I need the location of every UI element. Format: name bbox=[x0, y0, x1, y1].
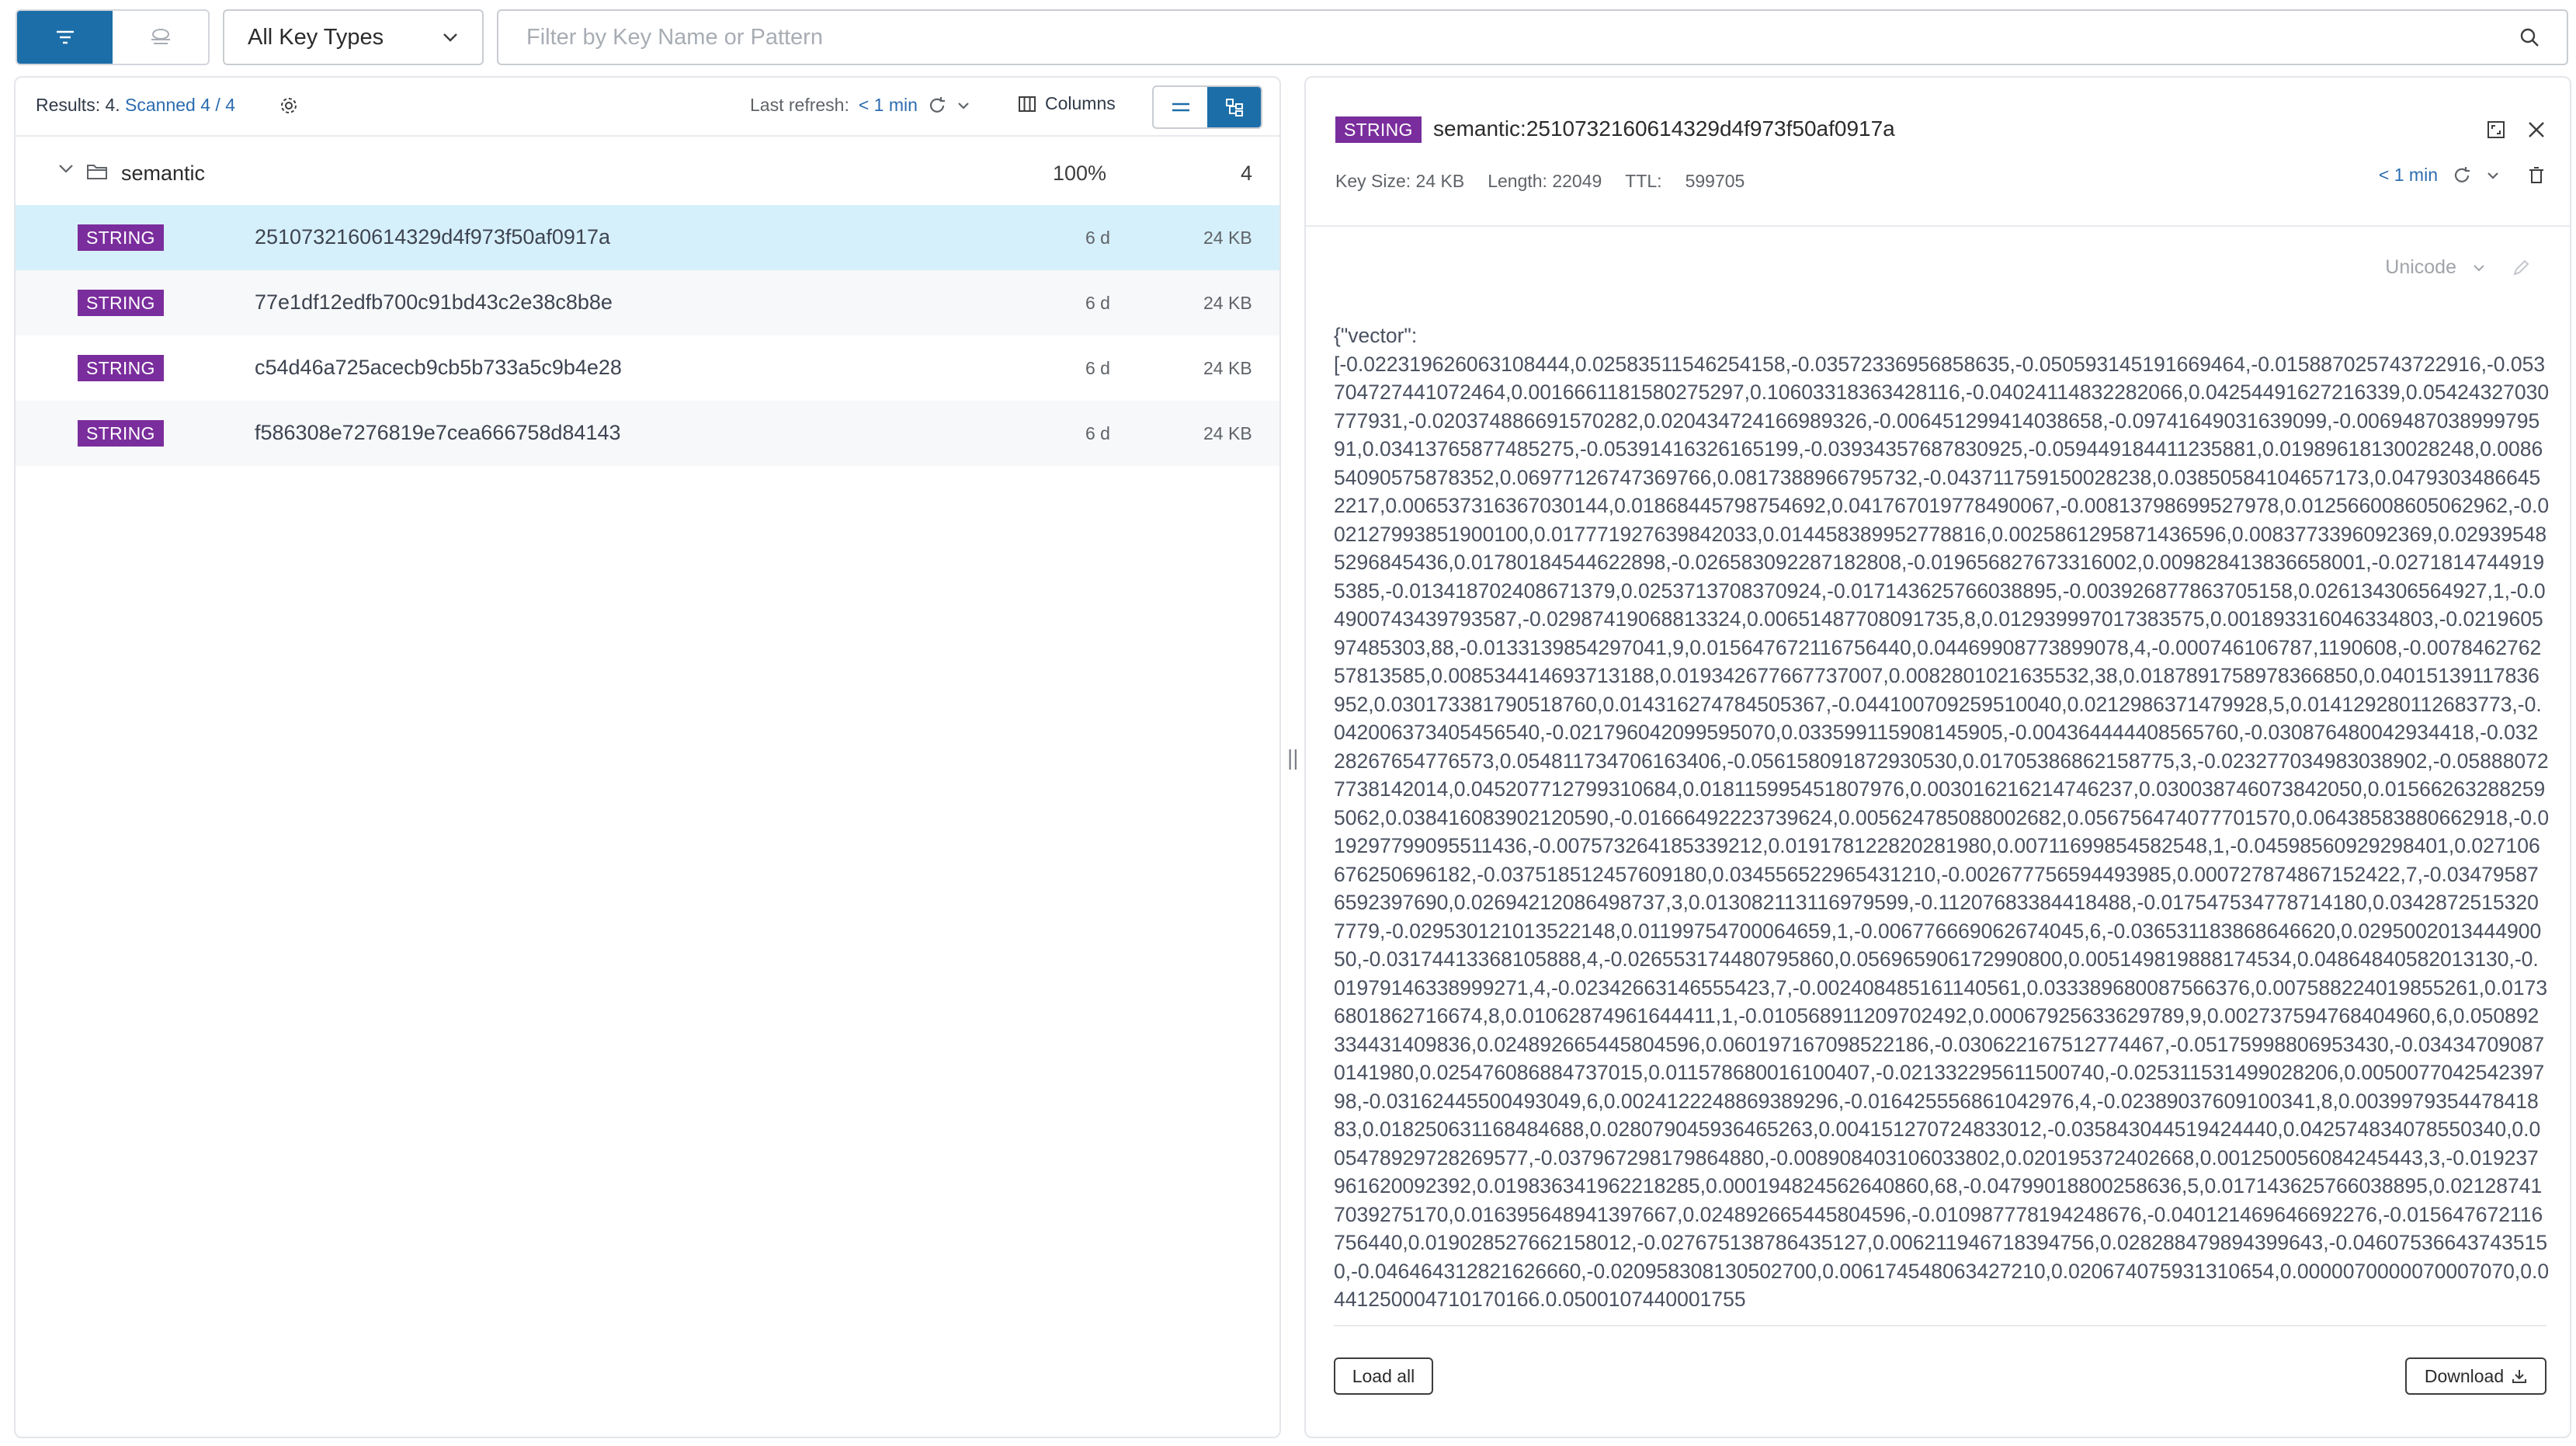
results-count: Results: 4. bbox=[36, 95, 120, 115]
expand-icon[interactable] bbox=[2486, 120, 2506, 140]
refresh-icon[interactable] bbox=[927, 96, 947, 116]
key-type-badge: STRING bbox=[78, 420, 164, 447]
key-name: 77e1df12edfb700c91bd43c2e38c8b8e bbox=[255, 290, 613, 314]
key-type-select-value: All Key Types bbox=[248, 24, 384, 50]
folder-name: semantic bbox=[121, 162, 206, 185]
key-filter-input[interactable] bbox=[525, 23, 2388, 51]
list-tree-toggle bbox=[1152, 85, 1262, 129]
value-header: {"vector": bbox=[1334, 324, 1418, 347]
key-row[interactable]: STRING 2510732160614329d4f973f50af0917a … bbox=[16, 205, 1279, 270]
details-key-name: semantic:2510732160614329d4f973f50af0917… bbox=[1433, 116, 1895, 141]
refresh-icon[interactable] bbox=[2452, 165, 2472, 186]
key-name: c54d46a725acecb9cb5b733a5c9b4e28 bbox=[255, 356, 622, 379]
vector-search-view-button[interactable] bbox=[113, 11, 208, 64]
filter-bar bbox=[497, 9, 2568, 65]
details-window-controls bbox=[2486, 120, 2546, 140]
close-icon[interactable] bbox=[2526, 120, 2546, 140]
chevron-down-icon[interactable] bbox=[956, 101, 970, 110]
columns-label: Columns bbox=[1045, 93, 1116, 113]
edit-pencil-icon[interactable] bbox=[2511, 258, 2531, 278]
key-browser-panel: Results: 4. Scanned 4 / 4 Last refresh: … bbox=[14, 76, 1281, 1438]
format-select[interactable]: Unicode bbox=[2385, 256, 2531, 279]
format-select-value: Unicode bbox=[2385, 256, 2456, 278]
chevron-down-icon bbox=[443, 33, 457, 42]
load-all-button[interactable]: Load all bbox=[1334, 1357, 1433, 1395]
details-refresh: < 1 min bbox=[2379, 165, 2546, 186]
last-refresh: Last refresh: < 1 min bbox=[750, 95, 970, 116]
key-size: 24 KB bbox=[1203, 358, 1252, 378]
list-icon bbox=[1172, 103, 1189, 112]
scanned-count: Scanned 4 / 4 bbox=[125, 95, 235, 115]
key-row[interactable]: STRING 77e1df12edfb700c91bd43c2e38c8b8e … bbox=[16, 270, 1279, 335]
list-view-button[interactable] bbox=[1154, 87, 1207, 127]
tree-view-button[interactable] bbox=[1207, 87, 1261, 127]
key-size: 24 KB bbox=[1203, 293, 1252, 313]
filter-lines-icon bbox=[56, 30, 74, 44]
columns-button[interactable]: Columns bbox=[1017, 93, 1116, 114]
panel-resize-handle[interactable]: || bbox=[1287, 746, 1299, 770]
key-type-badge: STRING bbox=[1335, 116, 1422, 143]
key-ttl: 6 d bbox=[1085, 293, 1110, 313]
load-all-label: Load all bbox=[1352, 1365, 1415, 1386]
chevron-down-icon[interactable] bbox=[57, 163, 75, 174]
ttl-label: TTL: bbox=[1625, 171, 1662, 191]
search-icon[interactable] bbox=[2519, 26, 2540, 48]
key-size: 24 KB bbox=[1203, 423, 1252, 443]
download-icon bbox=[2512, 1370, 2527, 1383]
key-ttl: 6 d bbox=[1085, 358, 1110, 378]
folder-icon bbox=[87, 165, 107, 179]
gear-icon[interactable] bbox=[278, 95, 300, 116]
key-details-panel: STRING semantic:2510732160614329d4f973f5… bbox=[1304, 76, 2571, 1438]
key-length-info: Length: 22049 bbox=[1488, 171, 1602, 191]
results-summary: Results: 4. Scanned 4 / 4 bbox=[36, 95, 235, 116]
view-mode-toggle bbox=[16, 9, 210, 65]
browser-view-button[interactable] bbox=[17, 11, 113, 64]
key-size: 24 KB bbox=[1203, 228, 1252, 248]
key-meta: Key Size: 24 KB Length: 22049 TTL: 59970… bbox=[1335, 171, 1745, 192]
value-footer-divider bbox=[1334, 1325, 2546, 1326]
chevron-down-icon[interactable] bbox=[2486, 171, 2500, 180]
browser-header: Results: 4. Scanned 4 / 4 Last refresh: … bbox=[16, 78, 1279, 137]
download-button[interactable]: Download bbox=[2405, 1357, 2546, 1395]
key-type-badge: STRING bbox=[78, 224, 164, 251]
download-label: Download bbox=[2424, 1365, 2505, 1386]
key-ttl: 6 d bbox=[1085, 228, 1110, 248]
details-refresh-value: < 1 min bbox=[2378, 165, 2438, 185]
key-type-select[interactable]: All Key Types bbox=[223, 9, 484, 65]
key-type-badge: STRING bbox=[78, 290, 164, 316]
cloud-stack-icon bbox=[151, 29, 170, 44]
tree-icon bbox=[1225, 99, 1243, 116]
key-value-content[interactable]: {"vector": [-0.022319626063108444,0.02583… bbox=[1334, 322, 2550, 1306]
chevron-down-icon bbox=[2474, 264, 2484, 271]
details-divider bbox=[1306, 225, 2570, 227]
key-type-badge: STRING bbox=[78, 355, 164, 381]
key-name: 2510732160614329d4f973f50af0917a bbox=[255, 225, 610, 249]
columns-icon bbox=[1019, 96, 1036, 112]
ttl-value[interactable]: 599705 bbox=[1686, 171, 1745, 192]
last-refresh-label: Last refresh: bbox=[750, 95, 849, 115]
key-row[interactable]: STRING f586308e7276819e7cea666758d84143 … bbox=[16, 401, 1279, 466]
value-vector: [-0.022319626063108444,0.025835115462541… bbox=[1334, 352, 2550, 1307]
key-name: f586308e7276819e7cea666758d84143 bbox=[255, 421, 621, 444]
key-size-info: Key Size: 24 KB bbox=[1335, 171, 1465, 191]
last-refresh-value: < 1 min bbox=[858, 95, 918, 115]
tree-folder-row[interactable]: semantic 100% 4 bbox=[16, 140, 1279, 205]
folder-percent: 100% bbox=[1053, 162, 1107, 185]
trash-icon[interactable] bbox=[2526, 165, 2546, 186]
folder-count: 4 bbox=[1241, 162, 1253, 185]
key-ttl: 6 d bbox=[1085, 423, 1110, 443]
key-row[interactable]: STRING c54d46a725acecb9cb5b733a5c9b4e28 … bbox=[16, 335, 1279, 401]
